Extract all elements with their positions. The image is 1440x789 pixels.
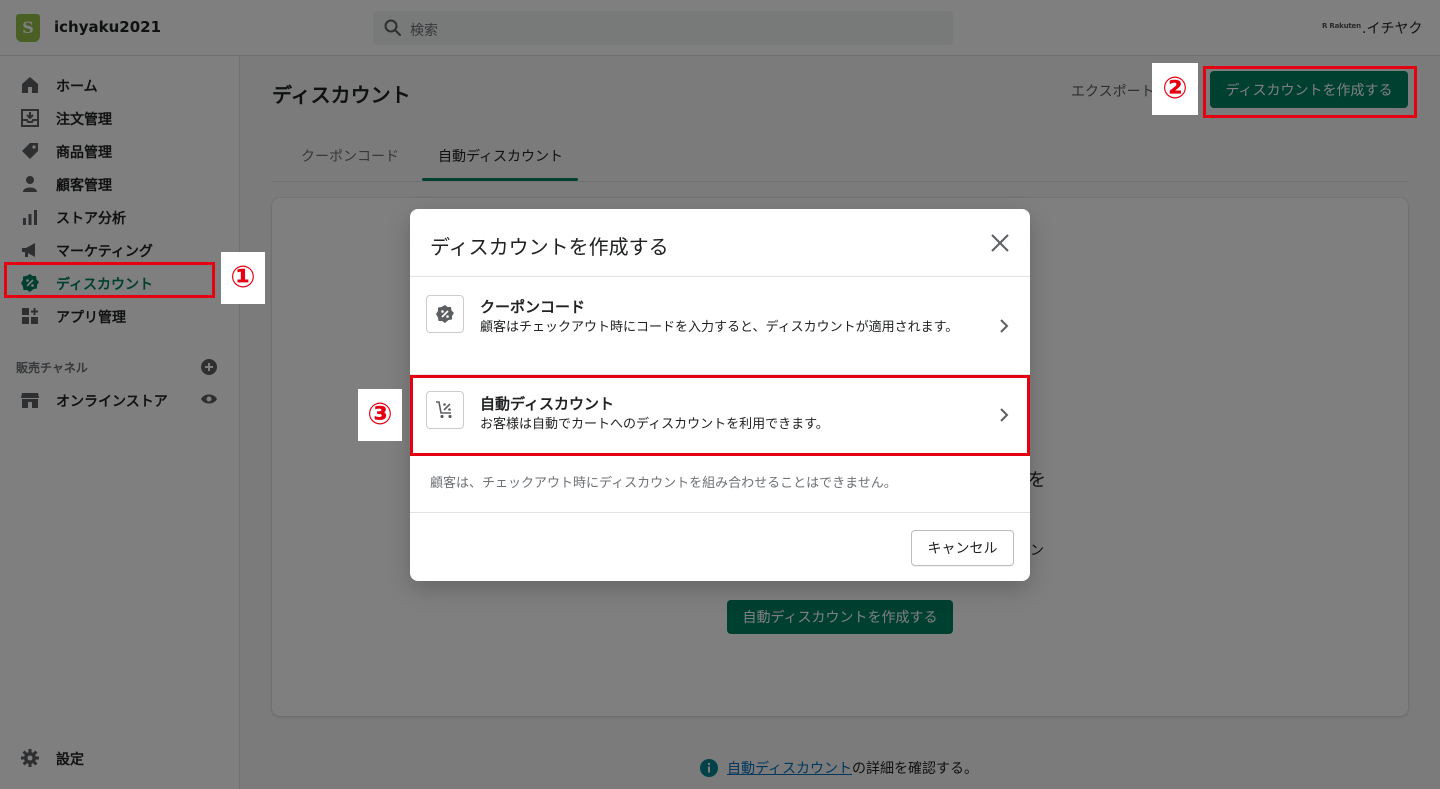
modal-title: ディスカウントを作成する xyxy=(430,235,669,259)
annotation-box-3 xyxy=(410,375,1030,456)
option-coupon-code[interactable]: クーポンコード 顧客はチェックアウト時にコードを入力すると、ディスカウントが適用… xyxy=(410,277,1030,375)
modal-footer: キャンセル xyxy=(410,512,1030,581)
annotation-number-1: ① xyxy=(221,252,265,304)
annotation-number-3: ③ xyxy=(358,389,402,441)
annotation-box-2 xyxy=(1203,66,1417,118)
chevron-right-icon xyxy=(1000,319,1009,333)
close-icon[interactable] xyxy=(986,229,1014,257)
combine-discounts-note: 顧客は、チェックアウト時にディスカウントを組み合わせることはできません。 xyxy=(430,476,897,491)
modal-header: ディスカウントを作成する xyxy=(410,209,1030,277)
cancel-button[interactable]: キャンセル xyxy=(911,530,1014,566)
annotation-number-2: ② xyxy=(1152,63,1198,115)
option-description: 顧客はチェックアウト時にコードを入力すると、ディスカウントが適用されます。 xyxy=(480,320,959,335)
discount-code-icon xyxy=(426,295,464,333)
option-title: クーポンコード xyxy=(480,298,586,316)
annotation-box-1 xyxy=(4,262,215,298)
